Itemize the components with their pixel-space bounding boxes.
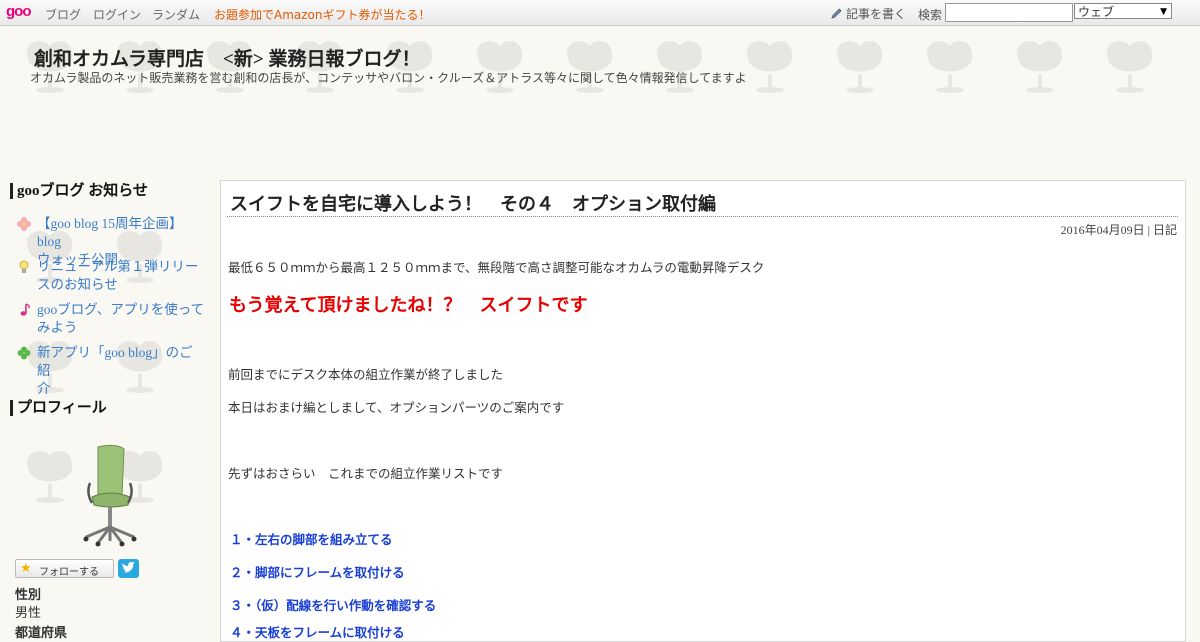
pencil-icon <box>831 8 842 19</box>
search-label: 検索 <box>918 8 943 22</box>
music-note-icon <box>20 303 30 316</box>
search-scope-select[interactable]: ウェブ ▼ <box>1074 3 1172 19</box>
news-item-label-line2[interactable]: スのお知らせ <box>37 276 206 294</box>
step-item: １・左右の脚部を組み立てる <box>230 532 393 547</box>
nav-blog-link[interactable]: ブログ <box>45 6 81 23</box>
post-highlight: もう覚えて頂けましたね！？ スイフトです <box>229 295 588 315</box>
news-item[interactable]: 新アプリ「goo blog」のご紹 介 <box>16 344 206 398</box>
twitter-bird-icon <box>122 561 135 573</box>
news-item-label-line1[interactable]: リニューアル第１弾リリー <box>37 258 206 276</box>
news-item-label-line1[interactable]: gooブログ、アプリを使って <box>37 301 206 319</box>
gender-label: 性別 <box>15 587 42 602</box>
promo-link[interactable]: お題参加でAmazonギフト券が当たる！ <box>214 6 431 23</box>
post-paragraph: 先ずはおさらい これまでの組立作業リストです <box>228 466 504 481</box>
follow-button[interactable]: ★ フォローする <box>15 559 114 578</box>
avatar[interactable] <box>78 443 142 548</box>
search-input[interactable] <box>945 3 1073 22</box>
post-category-link[interactable]: 日記 <box>1153 223 1177 237</box>
news-item[interactable]: gooブログ、アプリを使って みよう <box>16 301 206 337</box>
bulb-icon <box>19 260 29 273</box>
gender-value: 男性 <box>15 605 42 620</box>
post-paragraph: 前回までにデスク本体の組立作業が終了しました <box>228 367 504 382</box>
news-item-label-line1[interactable]: 【goo blog 15周年企画】blog <box>37 215 206 251</box>
top-bar: goo ブログ ログイン ランダム お題参加でAmazonギフト券が当たる！ 記… <box>0 0 1200 26</box>
meta-separator: | <box>1147 223 1150 237</box>
news-heading: gooブログ お知らせ <box>10 183 148 199</box>
goo-logo[interactable]: goo <box>6 3 31 20</box>
step-item: ３・（仮）配線を行い作動を確認する <box>230 598 437 613</box>
nav-login-link[interactable]: ログイン <box>93 6 141 23</box>
news-item-label-line2[interactable]: みよう <box>37 319 206 337</box>
step-item: ２・脚部にフレームを取付ける <box>230 565 405 580</box>
post-meta: 2016年04月09日 | 日記 <box>1061 221 1177 238</box>
follow-button-label: フォローする <box>39 567 99 578</box>
flower-icon <box>17 217 31 231</box>
star-icon: ★ <box>20 561 32 576</box>
post-paragraph: 本日はおまけ編としまして、オプションパーツのご案内です <box>228 400 565 415</box>
post-title[interactable]: スイフトを自宅に導入しよう！ その４ オプション取付編 <box>230 190 716 216</box>
post-paragraph: 最低６５０ｍｍから最高１２５０ｍｍまで、無段階で高さ調整可能なオカムラの電動昇降… <box>228 260 765 275</box>
twitter-button[interactable] <box>118 559 139 578</box>
title-divider <box>227 216 1178 217</box>
profile-heading: プロフィール <box>10 400 107 416</box>
blog-description: オカムラ製品のネット販売業務を営む創和の店長が、コンテッサやバロン・クルーズ＆ア… <box>30 71 747 85</box>
region-label: 都道府県 <box>15 625 68 640</box>
clover-icon <box>17 346 31 360</box>
search-scope-value: ウェブ <box>1078 5 1115 19</box>
blog-title[interactable]: 創和オカムラ専門店 <新> 業務日報ブログ！ <box>34 44 420 71</box>
nav-random-link[interactable]: ランダム <box>152 6 200 23</box>
post-date: 2016年04月09日 <box>1060 223 1145 237</box>
dropdown-arrow-icon: ▼ <box>1160 7 1167 17</box>
step-item: ４・天板をフレームに取付ける <box>230 625 405 640</box>
write-post-label: 記事を書く <box>846 7 907 21</box>
write-post-link[interactable]: 記事を書く <box>830 5 906 22</box>
news-item-label-line1[interactable]: 新アプリ「goo blog」のご紹 <box>37 344 206 380</box>
news-item[interactable]: リニューアル第１弾リリー スのお知らせ <box>16 258 206 294</box>
news-item-label-line2[interactable]: 介 <box>37 380 206 398</box>
